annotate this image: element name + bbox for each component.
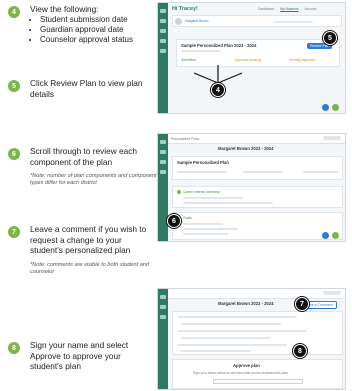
callout-6: 6 xyxy=(167,214,181,228)
status-left: Submitted xyxy=(181,58,196,62)
step-number: 8 xyxy=(8,342,20,354)
tab-my-students[interactable]: My Students xyxy=(280,7,298,11)
comment-list xyxy=(172,311,343,355)
screenshot-approve: Margaret Brown 2023 - 2024 Leave a Comme… xyxy=(157,288,346,390)
plan-title: Sample Personalized Plan 2023 - 2024 xyxy=(181,43,257,48)
step-number: 6 xyxy=(8,148,20,160)
step-note: *Note: comments are visible to both stud… xyxy=(30,261,150,275)
student-selector[interactable]: Margaret Brown xyxy=(172,15,342,27)
check-icon xyxy=(177,190,181,194)
signature-field[interactable] xyxy=(213,379,303,384)
step-5: 5 Click Review Plan to view plan details xyxy=(8,78,148,99)
step-note: *Note: number of plan components and com… xyxy=(30,173,157,187)
status-right: Pending approval xyxy=(289,58,315,62)
side-rail xyxy=(158,3,168,113)
step-title: View the following: xyxy=(30,4,99,14)
student-title: Margaret Brown 2023 - 2024 xyxy=(218,301,274,306)
step-number: 7 xyxy=(8,226,20,238)
header-left: Personalized Plans xyxy=(171,137,200,141)
plan-summary-card: Sample Personalized Plan xyxy=(172,156,343,180)
callout-8: 8 xyxy=(293,344,307,358)
side-rail xyxy=(158,289,168,389)
student-name: Margaret Brown xyxy=(185,19,209,23)
bullet-item: Counselor approval status xyxy=(40,35,160,45)
avatar xyxy=(175,18,182,25)
bullet-item: Student submission date xyxy=(40,15,160,25)
side-rail xyxy=(158,134,168,241)
step-4: 4 View the following: Student submission… xyxy=(8,4,160,45)
callout-7: 7 xyxy=(295,297,309,311)
section-title: Career Interest Inventory xyxy=(183,190,220,194)
bullet-item: Guardian approval date xyxy=(40,25,160,35)
chat-icon[interactable] xyxy=(322,232,329,239)
toolbar-icons[interactable] xyxy=(323,291,341,295)
step-number: 4 xyxy=(8,6,20,18)
callout-4: 4 xyxy=(211,83,225,97)
callout-5: 5 xyxy=(323,31,337,45)
section-career-interest: Career Interest Inventory xyxy=(172,186,343,208)
section-goals: Goals xyxy=(172,212,343,240)
top-bar xyxy=(168,289,345,299)
section-title: Goals xyxy=(183,216,192,220)
approve-section: Approve plan Sign your name below so we … xyxy=(172,359,343,389)
screenshot-plan-details: Personalized Plans Margaret Brown 2023 -… xyxy=(157,133,346,242)
student-title: Margaret Brown 2023 - 2024 xyxy=(218,146,274,151)
step-title: Click Review Plan to view plan details xyxy=(30,78,143,99)
step-8: 8 Sign your name and select Approve to a… xyxy=(8,340,148,372)
tab-dashboard[interactable]: Dashboard xyxy=(258,7,274,11)
toolbar-icons[interactable] xyxy=(323,136,341,140)
bullet-list: Student submission date Guardian approva… xyxy=(40,15,160,45)
step-title: Sign your name and select Approve to app… xyxy=(30,340,129,371)
help-icon[interactable] xyxy=(332,232,339,239)
status-mid: Approval pending xyxy=(235,58,261,62)
step-7: 7 Leave a comment if you wish to request… xyxy=(8,224,149,276)
screenshot-dashboard: Hi Tracey! Dashboard My Students Account… xyxy=(157,2,346,114)
help-icon[interactable] xyxy=(332,104,339,111)
greeting: Hi Tracey! xyxy=(172,6,198,12)
approve-hint: Sign your name below so we know that you… xyxy=(193,371,288,375)
step-title: Scroll through to review each component … xyxy=(30,146,137,167)
step-number: 5 xyxy=(8,80,20,92)
plan-subtitle: Sample Personalized Plan xyxy=(177,160,229,165)
tab-account[interactable]: Account xyxy=(304,7,316,11)
approve-title: Approve plan xyxy=(233,363,260,368)
top-bar: Personalized Plans xyxy=(168,134,345,144)
step-6: 6 Scroll through to review each componen… xyxy=(8,146,157,188)
step-title: Leave a comment if you wish to request a… xyxy=(30,224,147,255)
tab-bar: Dashboard My Students Account xyxy=(258,7,316,11)
chat-icon[interactable] xyxy=(322,104,329,111)
